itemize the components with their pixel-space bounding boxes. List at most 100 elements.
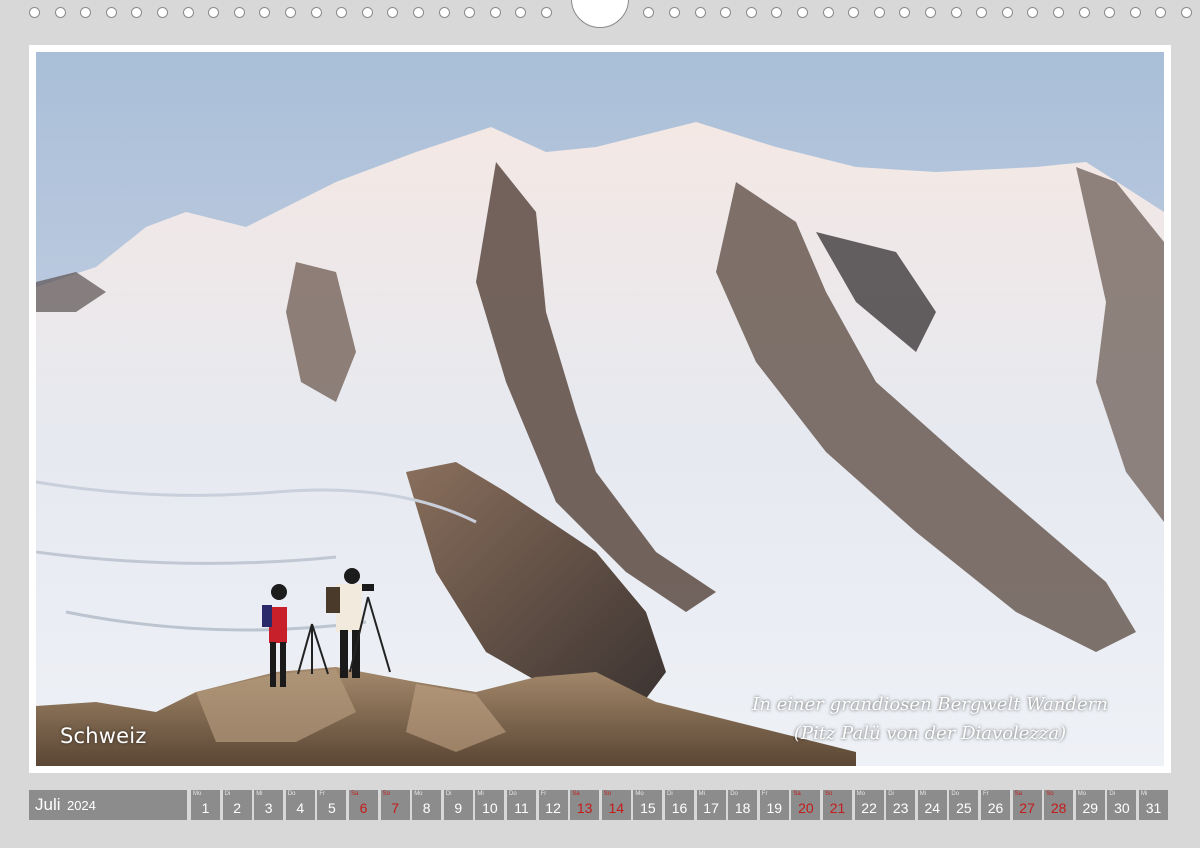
day-weekday: Fr bbox=[319, 791, 326, 797]
day-cell: So 21 bbox=[823, 790, 852, 820]
day-cell: Sa 20 bbox=[791, 790, 821, 820]
day-weekday: Di bbox=[667, 791, 673, 797]
binding-hole bbox=[387, 7, 399, 18]
binding-hole bbox=[1027, 7, 1039, 18]
day-weekday: So bbox=[825, 791, 833, 797]
day-weekday: Do bbox=[509, 791, 517, 797]
day-weekday: Mi bbox=[477, 791, 484, 797]
day-number: 13 bbox=[576, 800, 593, 816]
day-cell: Sa 13 bbox=[570, 790, 600, 820]
day-number: 31 bbox=[1145, 800, 1162, 816]
day-number: 15 bbox=[640, 800, 656, 816]
month-year: 2024 bbox=[66, 798, 96, 813]
caption-line-2: (Pitz Palü von der Diavolezza) bbox=[793, 723, 1067, 744]
day-weekday: Fr bbox=[761, 791, 768, 797]
day-number: 16 bbox=[671, 800, 688, 816]
day-weekday: So bbox=[603, 791, 612, 797]
day-weekday: Di bbox=[445, 791, 452, 797]
binding-hole bbox=[464, 7, 476, 18]
day-number: 25 bbox=[956, 800, 972, 816]
day-weekday: Mi bbox=[256, 791, 263, 797]
day-number: 23 bbox=[892, 800, 909, 816]
day-cell: Di 23 bbox=[886, 790, 916, 820]
day-number: 7 bbox=[391, 800, 399, 816]
day-weekday: Mo bbox=[635, 791, 644, 797]
day-number: 18 bbox=[734, 800, 751, 816]
day-weekday: Sa bbox=[1014, 791, 1022, 797]
binding-hole bbox=[745, 7, 757, 18]
binding-hole bbox=[1104, 7, 1116, 18]
day-weekday: Do bbox=[730, 791, 738, 797]
binding-hole bbox=[336, 7, 348, 18]
day-number: 11 bbox=[514, 800, 529, 816]
binding-hole bbox=[233, 7, 245, 18]
binding-hole bbox=[925, 7, 936, 18]
binding-hole bbox=[29, 7, 40, 18]
day-cell: Mi 17 bbox=[696, 790, 726, 820]
mountain-photo bbox=[36, 52, 1164, 766]
photo-caption: In einer grandiosen Bergwelt Wandern (Pi… bbox=[720, 690, 1140, 748]
day-cell: Sa 27 bbox=[1012, 790, 1042, 820]
day-weekday: Do bbox=[287, 791, 296, 797]
binding-hole bbox=[1001, 7, 1013, 18]
day-cell: Mo 15 bbox=[633, 790, 663, 820]
binding-hole bbox=[822, 7, 834, 18]
day-weekday: Mo bbox=[856, 791, 865, 797]
month-label: Juli 2024 bbox=[29, 790, 187, 820]
day-weekday: Mi bbox=[698, 791, 705, 797]
day-cell: So 7 bbox=[380, 790, 410, 820]
binding-hole bbox=[950, 7, 962, 18]
day-number: 6 bbox=[359, 800, 368, 816]
day-number: 14 bbox=[608, 800, 625, 816]
binding-hole bbox=[182, 7, 194, 18]
binding-hole bbox=[1053, 7, 1064, 18]
binding-hole bbox=[489, 7, 501, 18]
day-weekday: So bbox=[1046, 791, 1054, 797]
day-cell: Fr 26 bbox=[981, 790, 1010, 820]
day-cell: Di 30 bbox=[1107, 790, 1137, 820]
day-cell: So 28 bbox=[1044, 790, 1074, 820]
binding-hole bbox=[361, 7, 373, 18]
day-cell: Mi 24 bbox=[917, 790, 947, 820]
binding-hole bbox=[976, 7, 988, 18]
day-weekday: Di bbox=[888, 791, 894, 797]
day-cell: Mo 22 bbox=[854, 790, 884, 820]
caption-line-1: In einer grandiosen Bergwelt Wandern bbox=[752, 694, 1108, 715]
day-weekday: Di bbox=[224, 791, 231, 797]
binding-hole bbox=[208, 7, 220, 18]
day-weekday: Sa bbox=[572, 791, 580, 797]
binding-hole bbox=[310, 7, 322, 18]
day-number: 20 bbox=[798, 800, 814, 816]
day-cell: Do 25 bbox=[949, 790, 979, 820]
day-number: 12 bbox=[545, 800, 561, 816]
binding-hole bbox=[1155, 7, 1167, 18]
day-cell: Fr 19 bbox=[759, 790, 789, 820]
day-cell: Mo 8 bbox=[412, 790, 442, 820]
day-cell: Mo 29 bbox=[1075, 790, 1105, 820]
day-cell: Fr 12 bbox=[538, 790, 568, 820]
day-cell: Di 9 bbox=[443, 790, 473, 820]
day-weekday: So bbox=[382, 791, 390, 797]
binding-hole bbox=[669, 7, 680, 18]
binding-hole bbox=[438, 7, 450, 18]
day-weekday: Di bbox=[1109, 791, 1116, 797]
day-number: 1 bbox=[201, 800, 210, 816]
binding-hole bbox=[413, 7, 424, 18]
day-number: 8 bbox=[422, 800, 431, 816]
month-name: Juli bbox=[35, 795, 61, 814]
binding-hole bbox=[1078, 7, 1090, 18]
day-weekday: Mo bbox=[193, 791, 202, 797]
day-weekday: Mi bbox=[1141, 791, 1148, 797]
binding-hole bbox=[848, 7, 860, 18]
day-cell: So 14 bbox=[601, 790, 631, 820]
day-number: 29 bbox=[1082, 800, 1099, 816]
day-weekday: Mo bbox=[1077, 791, 1087, 797]
binding-hole bbox=[643, 7, 655, 18]
binding-hole bbox=[105, 7, 117, 18]
day-weekday: Fr bbox=[983, 791, 989, 797]
day-number: 21 bbox=[829, 800, 846, 816]
day-number: 3 bbox=[264, 800, 273, 816]
day-weekday: Mo bbox=[414, 791, 423, 797]
binding-hole bbox=[771, 7, 783, 18]
day-cell: Do 11 bbox=[507, 790, 536, 820]
